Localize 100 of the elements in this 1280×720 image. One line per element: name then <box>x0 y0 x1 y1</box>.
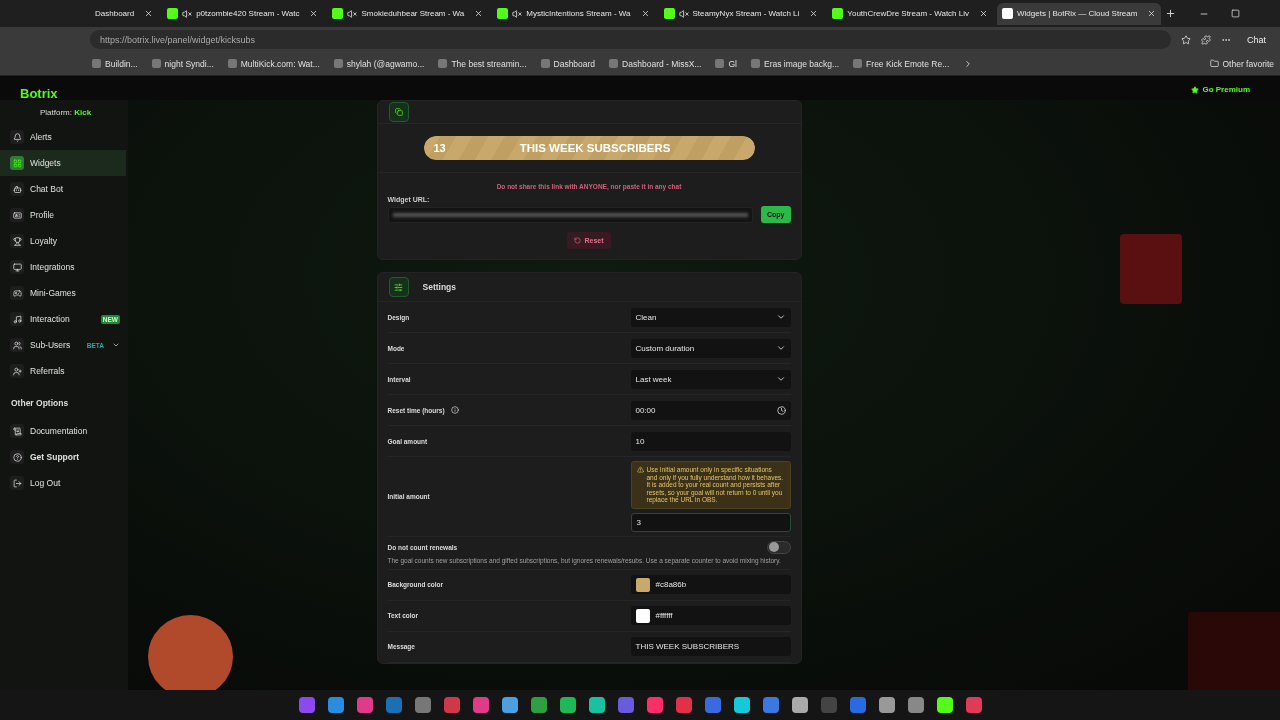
sidebar-item[interactable]: Referrals <box>0 358 126 384</box>
taskbar-app-icon[interactable] <box>559 697 576 713</box>
bookmark[interactable]: Dashboard <box>540 58 596 69</box>
brand-name: Botrix <box>20 87 58 100</box>
browser-tab[interactable]: p0tzombie420 Stream - Watc <box>162 2 324 25</box>
color-swatch[interactable] <box>635 577 650 592</box>
goal-message: THIS WEEK SUBSCRIBERS <box>518 142 672 154</box>
kick-logo-icon <box>167 8 179 19</box>
taskbar-app-icon[interactable] <box>936 697 953 713</box>
go-premium-link[interactable]: Go Premium <box>1191 85 1250 94</box>
scroll-icon <box>10 424 24 438</box>
kick-logo-icon <box>332 8 344 19</box>
sidebar-item[interactable]: Widgets <box>0 150 126 176</box>
bookmark[interactable]: night Syndi... <box>151 58 214 69</box>
sidebar-item[interactable]: Documentation <box>0 418 126 444</box>
sidebar-item[interactable]: Integrations <box>0 254 126 280</box>
muted-speaker-icon[interactable] <box>512 8 523 19</box>
color-field[interactable]: #ffffff <box>630 606 791 625</box>
sidebar-item[interactable]: Get Support <box>0 444 126 470</box>
sidebar-item[interactable]: Log Out <box>0 470 126 496</box>
bookmark[interactable]: MultiKick.com: Wat... <box>227 58 320 69</box>
users-icon <box>10 338 24 352</box>
bookmark-icon <box>438 59 448 68</box>
close-icon[interactable] <box>309 9 319 18</box>
taskbar-app-icon[interactable] <box>733 697 750 713</box>
browser-tab[interactable]: Widgets | BotRix — Cloud Stream <box>997 2 1162 25</box>
color-swatch[interactable] <box>635 608 650 623</box>
sidebar-item[interactable]: Chat Bot <box>0 176 126 202</box>
close-icon[interactable] <box>144 9 154 18</box>
input-field[interactable]: THIS WEEK SUBSCRIBERS <box>630 637 791 656</box>
chevron-down-icon <box>775 312 786 322</box>
select-field[interactable]: Custom duration <box>630 338 791 358</box>
input-field[interactable]: 10 <box>630 431 791 451</box>
chevron-down-icon <box>775 343 786 353</box>
muted-speaker-icon[interactable] <box>347 8 358 19</box>
close-icon[interactable] <box>979 9 988 18</box>
bookmark-icon <box>609 59 619 68</box>
bookmark-icon <box>853 59 863 68</box>
browser-tab[interactable]: YouthCrewDre Stream - Watch Liv <box>827 2 993 25</box>
muted-speaker-icon[interactable] <box>182 8 193 19</box>
undo-icon <box>574 237 582 244</box>
toggle-switch[interactable] <box>766 540 791 554</box>
bookmark-icon <box>333 59 343 68</box>
favorite-star-icon[interactable] <box>1181 34 1191 45</box>
logout-icon <box>10 476 24 490</box>
browser-tab[interactable]: SteamyNyx Stream - Watch Li <box>658 2 824 25</box>
bookmark[interactable]: shylah (@agwamo... <box>333 58 425 69</box>
close-icon[interactable] <box>1147 9 1157 18</box>
time-field[interactable]: 00:00 <box>630 400 791 420</box>
sidebar-item[interactable]: Profile <box>0 202 126 228</box>
sidebar-item[interactable]: Mini-Games <box>0 280 126 306</box>
sidebar-item[interactable]: Alerts <box>0 124 126 150</box>
taskbar-app-icon[interactable] <box>588 697 605 713</box>
bookmark[interactable]: The best streamin... <box>438 58 527 69</box>
select-field[interactable]: Last week <box>630 369 791 389</box>
info-icon[interactable] <box>450 406 459 414</box>
close-icon[interactable] <box>640 9 650 18</box>
trophy-icon <box>10 234 24 248</box>
kick-logo-icon <box>832 8 844 19</box>
bookmark[interactable]: Dashboard - MissX... <box>609 58 702 69</box>
number-field[interactable]: 3 <box>630 512 791 532</box>
overlay-graphic <box>1120 234 1182 304</box>
new-tab-icon[interactable] <box>1165 8 1177 19</box>
bookmark-icon <box>715 59 725 68</box>
bell-icon <box>10 130 24 144</box>
blurred-url-field[interactable] <box>387 206 753 223</box>
browser-tab[interactable]: MysticIntentions Stream - Wa <box>492 2 655 25</box>
bookmark[interactable]: Buildin... <box>92 58 138 69</box>
bookmark[interactable]: Gl <box>715 58 737 69</box>
muted-speaker-icon[interactable] <box>678 8 689 19</box>
chevron-down-icon[interactable] <box>112 341 120 349</box>
bookmark[interactable]: Free Kick Emote Re... <box>853 58 950 69</box>
extensions-icon[interactable] <box>1201 34 1211 45</box>
sidebar-item[interactable]: Loyalty <box>0 228 126 254</box>
goal-count: 13 <box>433 142 446 154</box>
taskbar-app-icon[interactable] <box>878 697 895 713</box>
maximize-icon[interactable] <box>1231 9 1240 18</box>
chevron-down-icon <box>775 374 786 384</box>
close-icon[interactable] <box>809 9 819 18</box>
bookmark-folder[interactable]: Other favorite <box>1209 58 1274 69</box>
kick-logo-icon <box>497 8 509 19</box>
taskbar-app-icon[interactable] <box>530 697 547 713</box>
taskbar-app-icon[interactable] <box>501 697 518 713</box>
chat-button[interactable]: Chat <box>1241 33 1272 46</box>
address-bar[interactable]: https://botrix.live/panel/widget/kicksubs <box>90 30 1171 49</box>
clock-icon <box>776 405 786 415</box>
id-card-icon <box>10 208 24 222</box>
monitor-icon <box>10 260 24 274</box>
card-title: Settings <box>422 282 457 292</box>
robot-icon <box>10 182 24 196</box>
browser-tab[interactable]: Dashboard <box>90 2 159 25</box>
sliders-icon <box>388 277 409 297</box>
bookmark[interactable]: Eras image backg... <box>751 58 840 69</box>
color-field[interactable]: #c8a86b <box>630 575 791 594</box>
browser-tab[interactable]: Smokieduhbear Stream - Wa <box>327 2 489 25</box>
select-field[interactable]: Clean <box>630 307 791 327</box>
taskbar-app-icon[interactable] <box>791 697 808 713</box>
user-plus-icon <box>10 364 24 378</box>
close-icon[interactable] <box>474 9 484 18</box>
site-logo-icon <box>1002 8 1013 19</box>
